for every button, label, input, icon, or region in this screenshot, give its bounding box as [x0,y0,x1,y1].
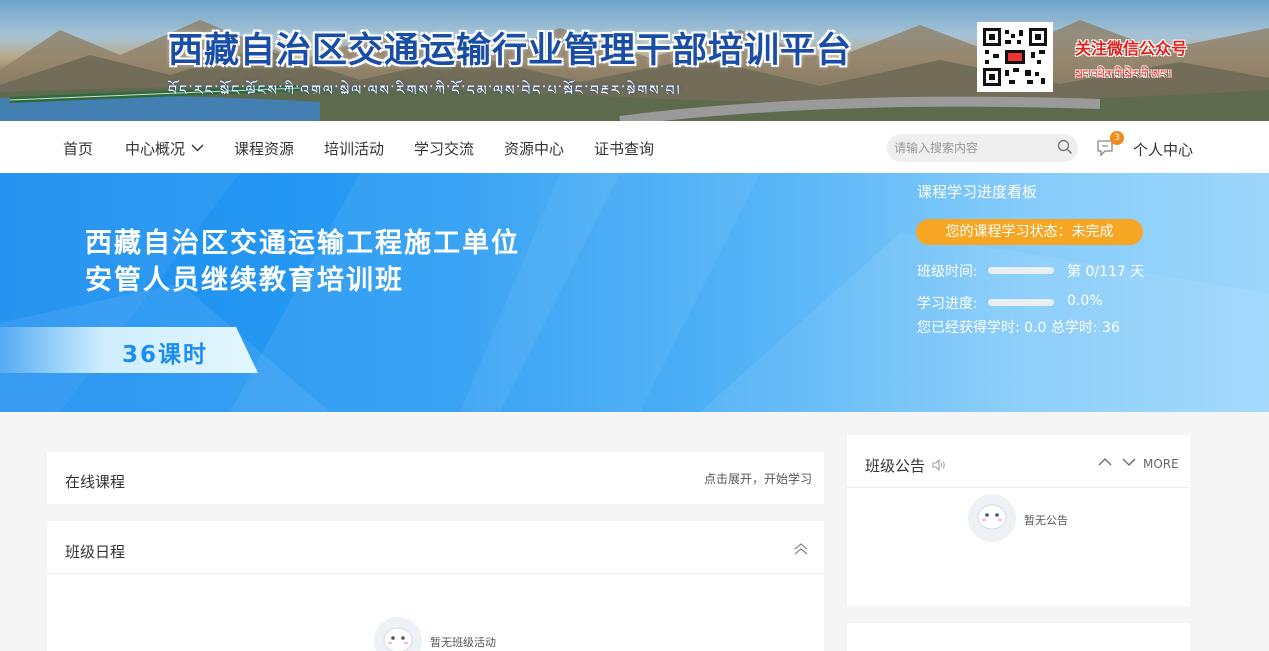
qr-code-icon [981,26,1049,88]
collapse-double-chevron-up-icon[interactable] [794,542,808,556]
online-courses-card[interactable]: 在线课程 点击展开，开始学习 [47,452,824,504]
class-schedule-card: 班级日程 暂无班级活动 [47,521,824,651]
wechat-follow-title: 关注微信公众号 [1075,39,1188,58]
class-title-line-2: 安管人员继续教育培训班 [85,265,404,296]
header-banner: 西藏自治区交通运输行业管理干部培训平台 བོད་རང་སྐྱོང་ལྗོངས་ཀ… [0,0,1269,121]
empty-announcements-text: 暂无公告 [1024,514,1068,527]
platform-title: 西藏自治区交通运输行业管理干部培训平台 [168,30,853,71]
class-schedule-title: 班级日程 [65,543,126,561]
empty-mascot-icon [968,494,1016,542]
study-progress-label: 学习进度: [917,296,978,312]
qr-code[interactable] [977,22,1053,92]
nav-item-course-resources[interactable]: 课程资源 [234,138,294,159]
study-progress-bar [988,299,1054,306]
progress-board-title: 课程学习进度看板 [917,183,1038,201]
nav-item-center-overview[interactable]: 中心概况 [125,138,204,159]
nav-item-certificate-query[interactable]: 证书查询 [594,138,654,159]
platform-subtitle-tibetan: བོད་རང་སྐྱོང་ལྗོངས་ཀྱི་འགྲུལ་སྐྱེལ་ལས་རི… [168,83,682,94]
announcements-title: 班级公告 [865,457,926,475]
hours-summary: 您已经获得学时: 0.0 总学时: 36 [917,320,1120,336]
card-divider [47,573,824,574]
empty-mascot-icon [374,617,422,651]
class-time-value: 第 0/117 天 [1067,264,1145,280]
right-sidebar-card [847,623,1190,651]
card-divider [847,487,1190,488]
study-progress-value: 0.0% [1067,293,1103,309]
wechat-follow-subtitle: སྐད་འཕྲིན་གྱི་སྒེར་གྱི་ཨང་། [1075,68,1172,78]
class-announcements-card: 班级公告 MORE 暂无公告 [847,435,1190,606]
search-icon[interactable] [1057,139,1073,155]
search-input[interactable] [894,139,1044,157]
class-time-label: 班级时间: [917,264,978,280]
chevron-down-icon [191,138,204,156]
nav-item-learning-exchange[interactable]: 学习交流 [414,138,474,159]
chevron-down-icon[interactable] [1122,457,1136,467]
class-title-line-1: 西藏自治区交通运输工程施工单位 [85,228,520,259]
online-courses-title: 在线课程 [65,473,126,491]
personal-center-link[interactable]: 个人中心 [1133,139,1193,160]
expand-courses-link[interactable]: 点击展开，开始学习 [704,470,812,487]
class-hero-banner: 西藏自治区交通运输工程施工单位 安管人员继续教育培训班 36课时 课程学习进度看… [0,173,1269,412]
more-announcements-link[interactable]: MORE [1143,457,1179,471]
nav-item-label: 中心概况 [125,140,186,158]
speaker-icon [932,459,945,471]
class-time-progress-bar [988,267,1054,274]
chevron-up-icon[interactable] [1098,457,1112,467]
study-status-badge: 您的课程学习状态：未完成 [916,219,1143,245]
hours-badge: 36课时 [122,342,209,368]
nav-item-home[interactable]: 首页 [63,138,93,159]
search-box [887,134,1078,162]
message-count-badge: 3 [1110,131,1124,145]
nav-item-training-activities[interactable]: 培训活动 [324,138,384,159]
nav-item-resource-center[interactable]: 资源中心 [504,138,564,159]
empty-schedule-text: 暂无班级活动 [430,636,496,649]
